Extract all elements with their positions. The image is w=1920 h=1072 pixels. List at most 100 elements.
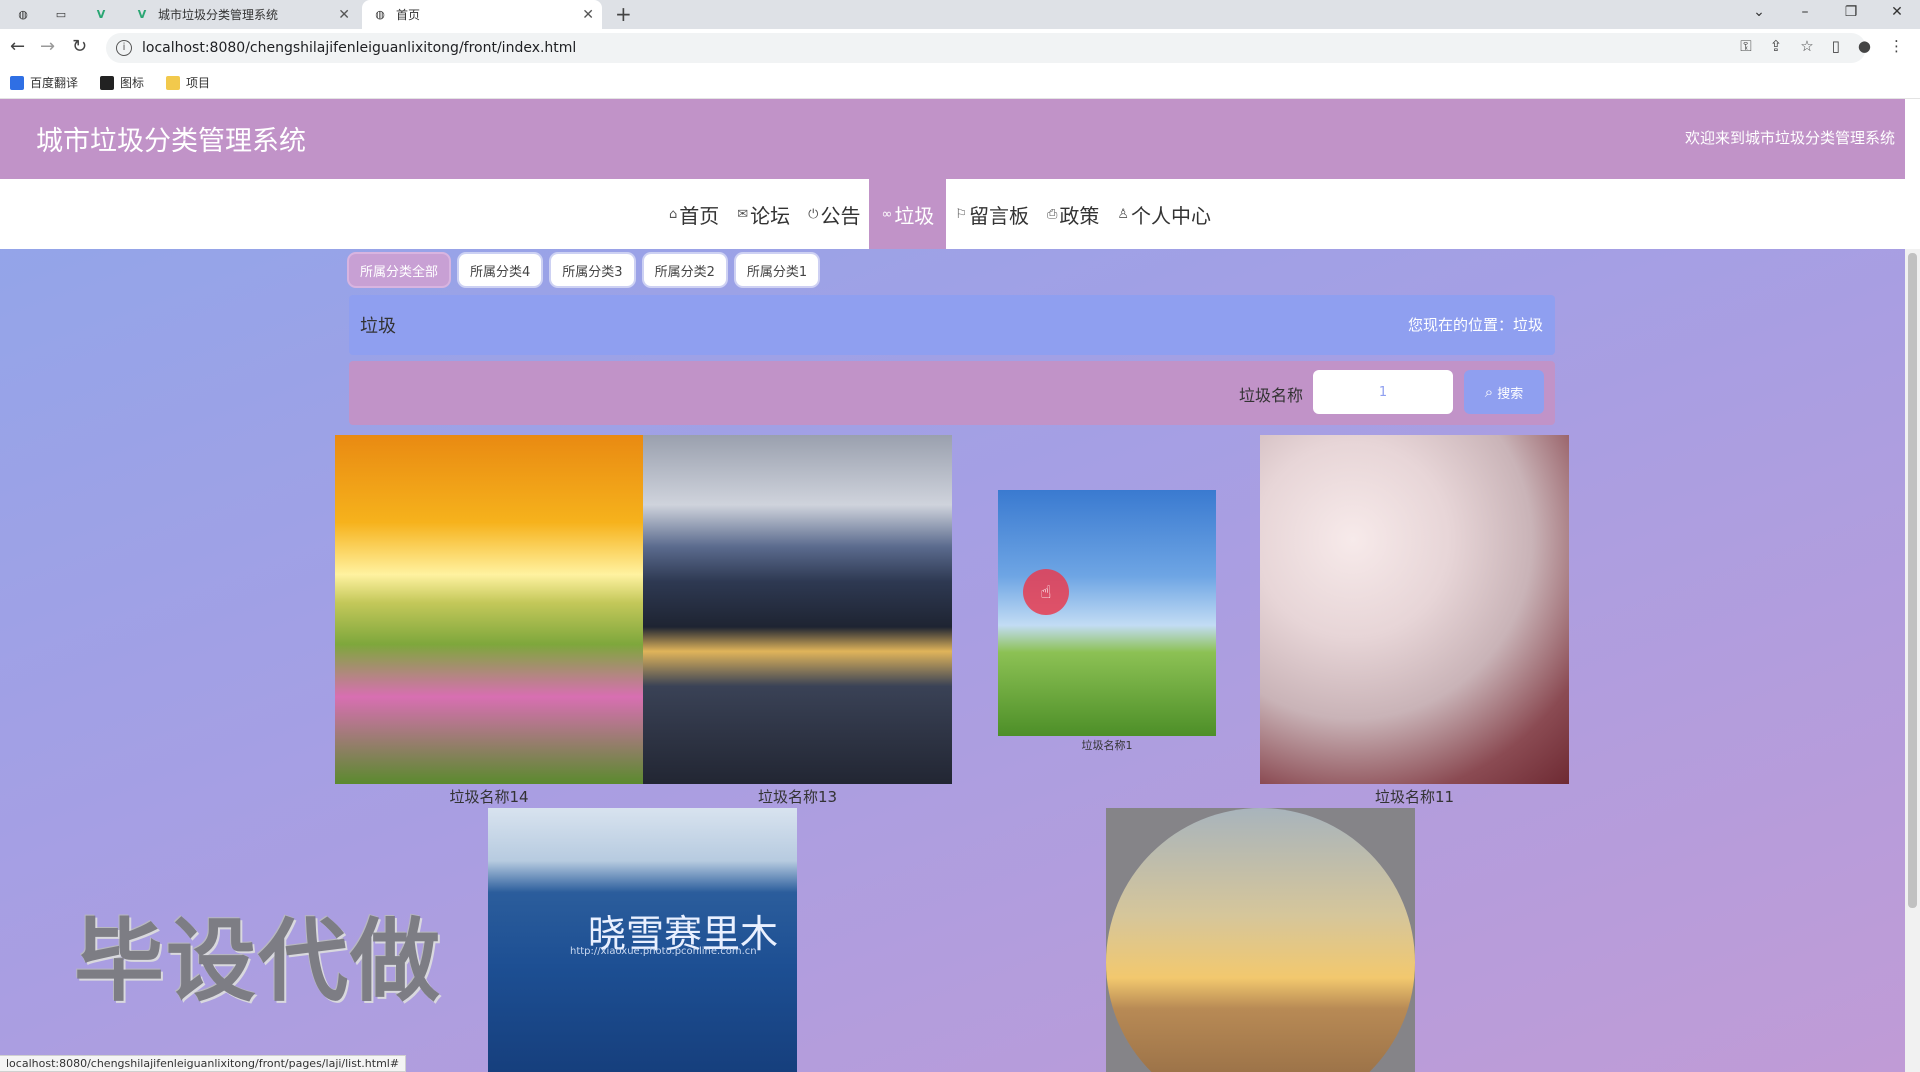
item-name[interactable]: 垃圾名称13 — [643, 786, 952, 807]
item-name[interactable]: 垃圾名称14 — [335, 786, 643, 807]
filter-category-4[interactable]: 所属分类4 — [459, 254, 542, 286]
nav-label: 政策 — [1059, 203, 1100, 228]
bookmarks-bar: 百度翻译 图标 项目 — [0, 67, 1920, 99]
category-filters: 所属分类全部 所属分类4 所属分类3 所属分类2 所属分类1 — [349, 254, 819, 286]
item-card[interactable]: 晓雪赛里木 http://xiaoxue.photo.pconline.com.… — [488, 808, 797, 1072]
window-controls: ⌄ – ❐ ✕ — [1736, 0, 1920, 29]
translate-icon — [10, 75, 24, 90]
reload-icon[interactable]: ↻ — [72, 36, 87, 57]
site-title: 城市垃圾分类管理系统 — [36, 126, 306, 157]
tab-title: 城市垃圾分类管理系统 — [158, 8, 279, 22]
filter-category-2[interactable]: 所属分类2 — [643, 254, 726, 286]
nav-notice[interactable]: ⏻ 公告 — [799, 179, 869, 249]
search-button[interactable]: ⌕ 搜索 — [1464, 370, 1544, 414]
folder-icon — [166, 75, 181, 90]
scrollbar-thumb[interactable] — [1908, 253, 1917, 908]
key-icon[interactable]: ⚿ — [1740, 37, 1751, 55]
address-bar-row: ← → ↻ i localhost:8080/chengshilajifenle… — [0, 29, 1920, 67]
mail-icon: ✉ — [737, 206, 749, 222]
share-icon[interactable]: ⇪ — [1770, 37, 1783, 55]
close-icon[interactable]: ✕ — [582, 7, 594, 23]
item-card[interactable]: 垃圾名称11 — [1260, 435, 1569, 806]
bookmark-label: 项目 — [186, 76, 211, 90]
restore-button[interactable]: ❐ — [1828, 0, 1874, 29]
address-actions: ⚿ ⇪ ☆ ▯ ● ⋮ — [1740, 37, 1904, 55]
nav-policy[interactable]: ⎙ 政策 — [1038, 179, 1108, 249]
cursor-pointer-icon: ☝ — [1023, 569, 1069, 615]
info-icon[interactable]: i — [116, 40, 132, 56]
nav-label: 首页 — [679, 203, 720, 228]
watermark-text: 毕设代做 — [74, 909, 442, 1014]
tab-home[interactable]: ◍ 首页 ✕ — [362, 0, 602, 29]
nav-garbage[interactable]: ∞ 垃圾 — [869, 179, 947, 249]
image-icon — [100, 75, 115, 90]
tab-pinned-2[interactable]: ▭ — [44, 0, 78, 29]
nav-message-board[interactable]: ⚐ 留言板 — [946, 179, 1038, 249]
item-image[interactable] — [1106, 808, 1415, 1072]
item-image[interactable] — [1260, 435, 1569, 784]
item-image[interactable] — [998, 490, 1216, 736]
tab-pinned-3[interactable]: V — [84, 0, 118, 29]
minimize-button[interactable]: – — [1782, 0, 1828, 29]
nav-user-center[interactable]: ♙ 个人中心 — [1108, 179, 1220, 249]
url-field[interactable]: i localhost:8080/chengshilajifenleiguanl… — [106, 33, 1866, 63]
tab-pinned-1[interactable]: ◍ — [6, 0, 40, 29]
desert-photo — [1106, 808, 1415, 1072]
item-image[interactable] — [335, 435, 643, 784]
back-icon[interactable]: ← — [10, 36, 25, 57]
search-bar: 垃圾名称 ⌕ 搜索 — [349, 361, 1555, 425]
welcome-text: 欢迎来到城市垃圾分类管理系统 — [1684, 129, 1895, 147]
search-input[interactable] — [1313, 370, 1453, 414]
bookmark-project[interactable]: 项目 — [166, 74, 210, 91]
item-card[interactable] — [1106, 808, 1415, 1072]
print-icon: ⎙ — [1046, 206, 1058, 222]
globe-icon: ◍ — [375, 8, 385, 21]
more-icon[interactable]: ⋮ — [1889, 37, 1904, 55]
url-text: localhost:8080/chengshilajifenleiguanlix… — [142, 40, 577, 56]
bookmark-label: 百度翻译 — [30, 76, 79, 90]
sidepanel-icon[interactable]: ▯ — [1832, 37, 1840, 55]
search-icon: ⌕ — [1484, 383, 1494, 401]
close-icon[interactable]: ✕ — [338, 7, 350, 23]
blank-icon: ▭ — [55, 8, 67, 21]
forward-icon[interactable]: → — [40, 36, 55, 57]
nav-label: 个人中心 — [1131, 203, 1212, 228]
bookmark-translate[interactable]: 百度翻译 — [10, 74, 78, 91]
page-content: 城市垃圾分类管理系统 欢迎来到城市垃圾分类管理系统 ⌂ 首页 ✉ 论坛 ⏻ 公告… — [0, 99, 1905, 1072]
search-button-label: 搜索 — [1497, 386, 1524, 402]
user-icon: ♙ — [1117, 206, 1130, 222]
star-icon[interactable]: ☆ — [1800, 37, 1813, 55]
item-image[interactable]: 晓雪赛里木 http://xiaoxue.photo.pconline.com.… — [488, 808, 797, 1072]
item-name[interactable]: 垃圾名称11 — [1260, 786, 1569, 807]
close-window-button[interactable]: ✕ — [1874, 0, 1920, 29]
browser-tabstrip: ◍ ▭ V V 城市垃圾分类管理系统 ✕ ◍ 首页 ✕ + ⌄ – ❐ ✕ — [0, 0, 1920, 29]
item-card[interactable]: 垃圾名称14 — [335, 435, 643, 806]
tab-search-icon[interactable]: ⌄ — [1736, 0, 1782, 29]
nav-label: 论坛 — [750, 203, 791, 228]
profile-icon[interactable]: ● — [1858, 37, 1871, 55]
item-image[interactable] — [643, 435, 952, 784]
main-nav: ⌂ 首页 ✉ 论坛 ⏻ 公告 ∞ 垃圾 ⚐ 留言板 ⎙ 政策 ♙ 个人中心 — [0, 179, 1905, 249]
filter-category-1[interactable]: 所属分类1 — [735, 254, 819, 286]
nav-label: 公告 — [820, 203, 861, 228]
bookmark-icons[interactable]: 图标 — [100, 74, 144, 91]
item-card[interactable]: 垃圾名称13 — [643, 435, 952, 806]
site-header: 城市垃圾分类管理系统 欢迎来到城市垃圾分类管理系统 — [0, 99, 1905, 179]
nav-home[interactable]: ⌂ 首页 — [660, 179, 728, 249]
item-name[interactable]: 垃圾名称1 — [998, 737, 1216, 753]
globe-icon: ◍ — [18, 8, 28, 21]
nav-forum[interactable]: ✉ 论坛 — [728, 179, 799, 249]
page-scrollbar[interactable] — [1905, 249, 1920, 1072]
new-tab-button[interactable]: + — [615, 2, 632, 26]
vue-icon: V — [96, 8, 106, 21]
image-logo-sub: http://xiaoxue.photo.pconline.com.cn — [570, 946, 757, 957]
item-card[interactable]: 垃圾名称1 — [998, 490, 1216, 752]
link-icon: ∞ — [881, 206, 893, 222]
bookmark-label: 图标 — [120, 76, 145, 90]
filter-category-3[interactable]: 所属分类3 — [551, 254, 634, 286]
tab-system[interactable]: V 城市垃圾分类管理系统 ✕ — [124, 0, 358, 29]
breadcrumb: 垃圾 您现在的位置：垃圾 — [349, 295, 1555, 355]
vue-icon: V — [137, 8, 147, 21]
power-icon: ⏻ — [808, 206, 819, 222]
filter-all[interactable]: 所属分类全部 — [349, 254, 450, 286]
